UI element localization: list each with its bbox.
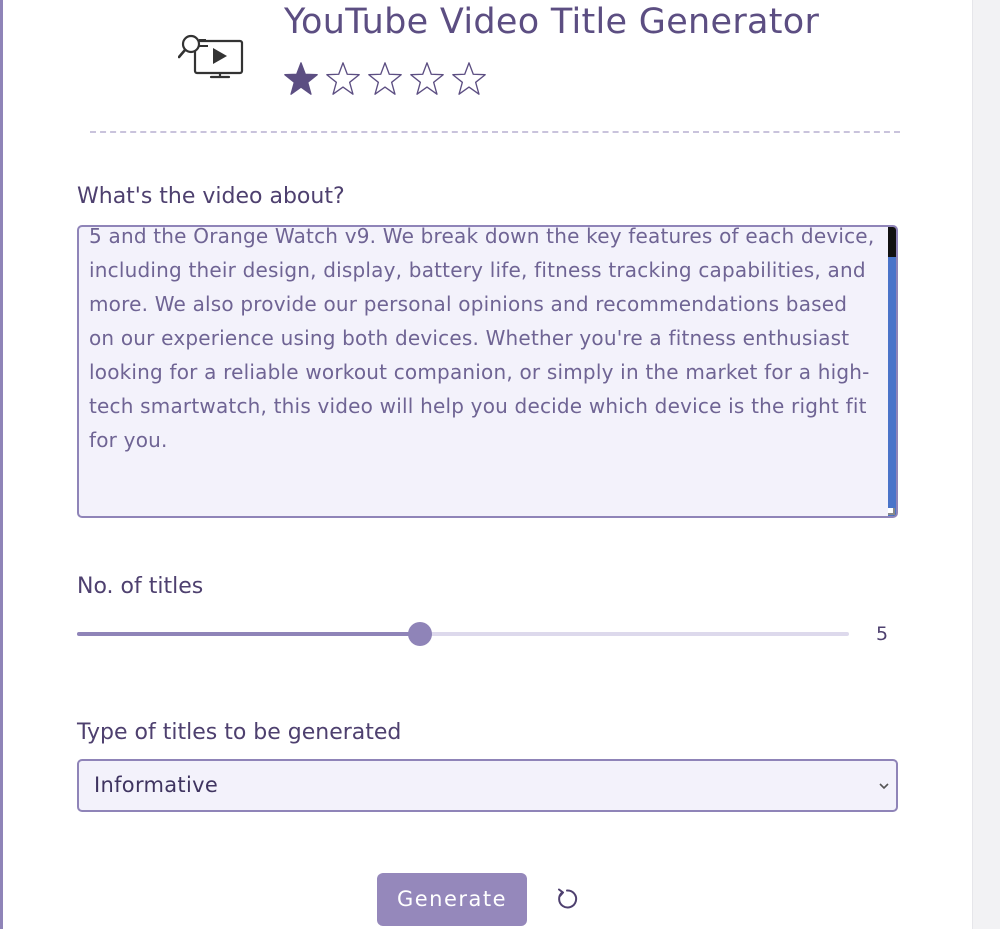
- video-search-icon: [178, 34, 244, 79]
- title-count-label: No. of titles: [77, 574, 204, 599]
- slider-value: 5: [876, 623, 889, 645]
- video-description-text[interactable]: In this video, we compare two popular fi…: [89, 227, 879, 457]
- refresh-icon[interactable]: [553, 885, 581, 913]
- title-count-slider[interactable]: [77, 622, 849, 646]
- star-icon[interactable]: [408, 60, 446, 98]
- title-type-label: Type of titles to be generated: [77, 720, 402, 745]
- about-label: What's the video about?: [77, 184, 345, 209]
- star-rating[interactable]: [282, 60, 488, 100]
- slider-thumb[interactable]: [407, 622, 432, 646]
- title-type-select[interactable]: Informative: [77, 759, 898, 812]
- right-gutter: [972, 0, 1000, 929]
- star-icon[interactable]: [450, 60, 488, 98]
- resize-handle[interactable]: [888, 508, 895, 515]
- video-description-textarea[interactable]: In this video, we compare two popular fi…: [77, 225, 898, 518]
- scrollbar-thumb[interactable]: [888, 257, 896, 516]
- section-divider: [90, 131, 900, 133]
- select-value: Informative: [94, 773, 219, 797]
- page-left-border: [0, 0, 3, 929]
- star-icon[interactable]: [282, 60, 320, 98]
- slider-fill: [77, 632, 420, 636]
- star-icon[interactable]: [324, 60, 362, 98]
- chevron-down-icon: [879, 783, 889, 790]
- star-icon[interactable]: [366, 60, 404, 98]
- textarea-scrollbar[interactable]: [888, 227, 896, 516]
- page-title: YouTube Video Title Generator: [284, 2, 820, 42]
- generate-button[interactable]: Generate: [377, 873, 527, 926]
